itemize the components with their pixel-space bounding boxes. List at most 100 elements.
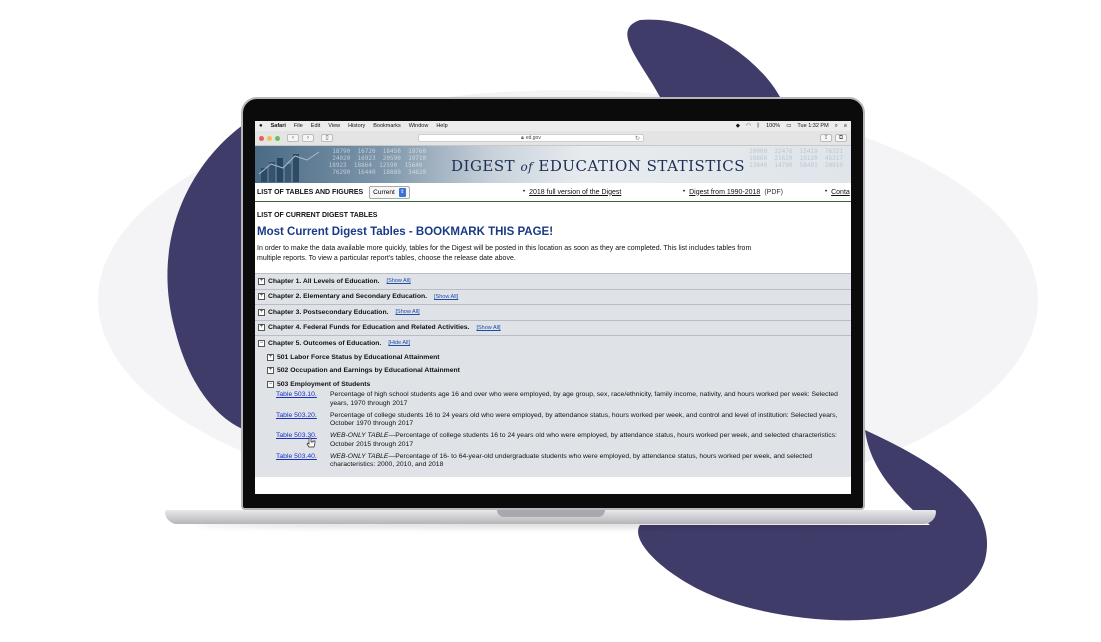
expand-icon[interactable]: + bbox=[258, 308, 265, 316]
table-link[interactable]: Table 503.40. bbox=[276, 453, 330, 470]
battery-icon[interactable]: ▭ bbox=[786, 123, 791, 129]
subsection-row[interactable]: − 503 Employment of Students bbox=[255, 378, 851, 392]
wifi-icon[interactable]: ◠ bbox=[746, 123, 751, 129]
bluetooth-icon[interactable]: ᛒ bbox=[757, 123, 760, 129]
menu-edit[interactable]: Edit bbox=[311, 123, 320, 129]
menu-file[interactable]: File bbox=[294, 123, 303, 129]
show-all-link[interactable]: [Show All] bbox=[387, 278, 411, 284]
back-icon[interactable]: ‹ bbox=[287, 134, 299, 142]
table-row: Table 503.30. WEB-ONLY TABLE—Percentage … bbox=[276, 432, 851, 449]
subsection-row[interactable]: + 502 Occupation and Earnings by Educati… bbox=[255, 364, 851, 378]
expand-icon[interactable]: + bbox=[258, 324, 265, 332]
nav-link-contact[interactable]: • Conta bbox=[825, 189, 850, 196]
table-desc-text: Percentage of high school students age 1… bbox=[330, 391, 838, 407]
minimize-window-icon[interactable] bbox=[267, 135, 272, 141]
menu-window[interactable]: Window bbox=[409, 123, 429, 129]
expand-icon[interactable]: + bbox=[267, 367, 274, 375]
lock-icon: 🔒︎ bbox=[521, 135, 524, 141]
subsection-label: 502 Occupation and Earnings by Education… bbox=[277, 367, 460, 375]
chapter-row[interactable]: + Chapter 3. Postsecondary Education. [S… bbox=[255, 304, 851, 320]
table-link[interactable]: Table 503.20. bbox=[276, 412, 330, 429]
menu-help[interactable]: Help bbox=[436, 123, 447, 129]
toolbar-right: ⇪ ⧉ bbox=[820, 134, 847, 142]
show-all-link[interactable]: [Show All] bbox=[434, 294, 458, 300]
chapter-row[interactable]: + Chapter 2. Elementary and Secondary Ed… bbox=[255, 288, 851, 304]
chapter-label: Chapter 5. Outcomes of Education. bbox=[268, 339, 382, 347]
show-all-link[interactable]: [Show All] bbox=[396, 309, 420, 315]
title-of: of bbox=[520, 160, 534, 174]
chapter-row[interactable]: − Chapter 5. Outcomes of Education. [Hid… bbox=[255, 335, 851, 351]
safari-toolbar: ‹ › ▯ 🔒︎ ed.gov ↻ ⇪ ⧉ bbox=[255, 131, 851, 146]
table-row: Table 503.10. Percentage of high school … bbox=[276, 391, 851, 408]
site-title[interactable]: Digest of Education Statistics bbox=[451, 157, 745, 175]
nav-link-1990-2018[interactable]: • Digest from 1990-2018 (PDF) bbox=[683, 189, 783, 196]
list-title: LIST OF CURRENT DIGEST TABLES bbox=[257, 212, 378, 219]
laptop-screen: ● Safari File Edit View History Bookmark… bbox=[255, 121, 851, 494]
main-content: LIST OF CURRENT DIGEST TABLES Most Curre… bbox=[255, 212, 851, 477]
expand-icon[interactable]: + bbox=[258, 277, 265, 285]
table-prefix: WEB-ONLY TABLE bbox=[330, 452, 389, 460]
list-tables-label: LIST OF TABLES AND FIGURES bbox=[257, 188, 364, 196]
subsection-label: 503 Employment of Students bbox=[277, 380, 371, 388]
tabs-icon[interactable]: ⧉ bbox=[835, 134, 847, 142]
search-icon[interactable]: ⌕ bbox=[835, 123, 838, 130]
hide-all-link[interactable]: [Hide All] bbox=[388, 340, 410, 346]
table-prefix: WEB-ONLY TABLE bbox=[330, 432, 389, 439]
menu-app[interactable]: Safari bbox=[271, 123, 286, 129]
chapter-row[interactable]: + Chapter 1. All Levels of Education. [S… bbox=[255, 273, 851, 289]
nav-link-contact-text[interactable]: Conta bbox=[831, 189, 850, 196]
nav-link-1990-2018-text[interactable]: Digest from 1990-2018 bbox=[689, 189, 760, 196]
chapter-label: Chapter 2. Elementary and Secondary Educ… bbox=[268, 293, 428, 301]
digest-nav-bar: LIST OF TABLES AND FIGURES Current ⇕ • 2… bbox=[255, 183, 851, 202]
chapter-label: Chapter 3. Postsecondary Education. bbox=[268, 308, 389, 316]
zoom-window-icon[interactable] bbox=[275, 135, 280, 141]
table-list: Table 503.10. Percentage of high school … bbox=[255, 391, 851, 470]
table-link[interactable]: Table 503.10. bbox=[276, 391, 330, 408]
intro-line-1: In order to make the data available more… bbox=[257, 245, 752, 252]
expand-icon[interactable]: + bbox=[267, 353, 274, 361]
subsection-row[interactable]: + 501 Labor Force Status by Educational … bbox=[255, 351, 851, 365]
dropbox-icon[interactable]: ◆ bbox=[736, 123, 740, 129]
menu-bookmarks[interactable]: Bookmarks bbox=[373, 123, 401, 129]
menu-view[interactable]: View bbox=[328, 123, 340, 129]
nav-link-2018[interactable]: • 2018 full version of the Digest bbox=[523, 189, 621, 196]
apple-icon[interactable]: ● bbox=[259, 123, 263, 129]
banner-number-pattern: 18790 16720 18450 19760 24020 16923 2059… bbox=[328, 148, 427, 176]
table-desc-text: —Percentage of 16- to 64-year-old underg… bbox=[330, 452, 812, 469]
macos-menubar: ● Safari File Edit View History Bookmark… bbox=[255, 121, 851, 131]
intro-line-2: multiple reports. To view a particular r… bbox=[257, 255, 516, 262]
table-link[interactable]: Table 503.30. bbox=[276, 432, 330, 449]
banner-chart-graphic bbox=[259, 151, 320, 182]
pdf-label: (PDF) bbox=[764, 188, 783, 196]
table-description: Percentage of high school students age 1… bbox=[330, 391, 851, 408]
site-banner: 18790 16720 18450 19760 24020 16923 2059… bbox=[255, 146, 851, 183]
collapse-icon[interactable]: − bbox=[267, 380, 274, 388]
collapse-icon[interactable]: − bbox=[258, 339, 265, 347]
sidebar-icon[interactable]: ▯ bbox=[321, 134, 333, 142]
address-text: ed.gov bbox=[525, 135, 541, 141]
chapter-5-contents: + 501 Labor Force Status by Educational … bbox=[255, 350, 851, 477]
address-bar[interactable]: 🔒︎ ed.gov ↻ bbox=[418, 134, 644, 142]
close-window-icon[interactable] bbox=[259, 135, 264, 141]
chapter-list: + Chapter 1. All Levels of Education. [S… bbox=[255, 273, 851, 477]
table-row: Table 503.20. Percentage of college stud… bbox=[276, 412, 851, 429]
banner-number-pattern-right: 20000 32476 15419 76321 18860 21620 1912… bbox=[749, 148, 843, 169]
release-select-value: Current bbox=[373, 188, 395, 196]
table-row: Table 503.40. WEB-ONLY TABLE—Percentage … bbox=[276, 453, 851, 470]
nav-link-2018-text[interactable]: 2018 full version of the Digest bbox=[529, 189, 621, 196]
chapter-label: Chapter 4. Federal Funds for Education a… bbox=[268, 324, 470, 332]
select-arrows-icon: ⇕ bbox=[398, 187, 406, 197]
release-select[interactable]: Current ⇕ bbox=[369, 185, 410, 199]
show-all-link[interactable]: [Show All] bbox=[476, 325, 500, 331]
control-menu-icon[interactable]: ≡ bbox=[844, 123, 847, 129]
bullet-icon: • bbox=[683, 189, 686, 195]
share-icon[interactable]: ⇪ bbox=[820, 134, 832, 142]
forward-icon[interactable]: › bbox=[302, 134, 314, 142]
table-description: Percentage of college students 16 to 24 … bbox=[330, 412, 851, 429]
web-page: 18790 16720 18450 19760 24020 16923 2059… bbox=[255, 146, 851, 494]
clock[interactable]: Tue 1:32 PM bbox=[797, 123, 828, 129]
menu-history[interactable]: History bbox=[348, 123, 365, 129]
chapter-row[interactable]: + Chapter 4. Federal Funds for Education… bbox=[255, 319, 851, 335]
reload-icon[interactable]: ↻ bbox=[635, 135, 640, 142]
expand-icon[interactable]: + bbox=[258, 293, 265, 301]
